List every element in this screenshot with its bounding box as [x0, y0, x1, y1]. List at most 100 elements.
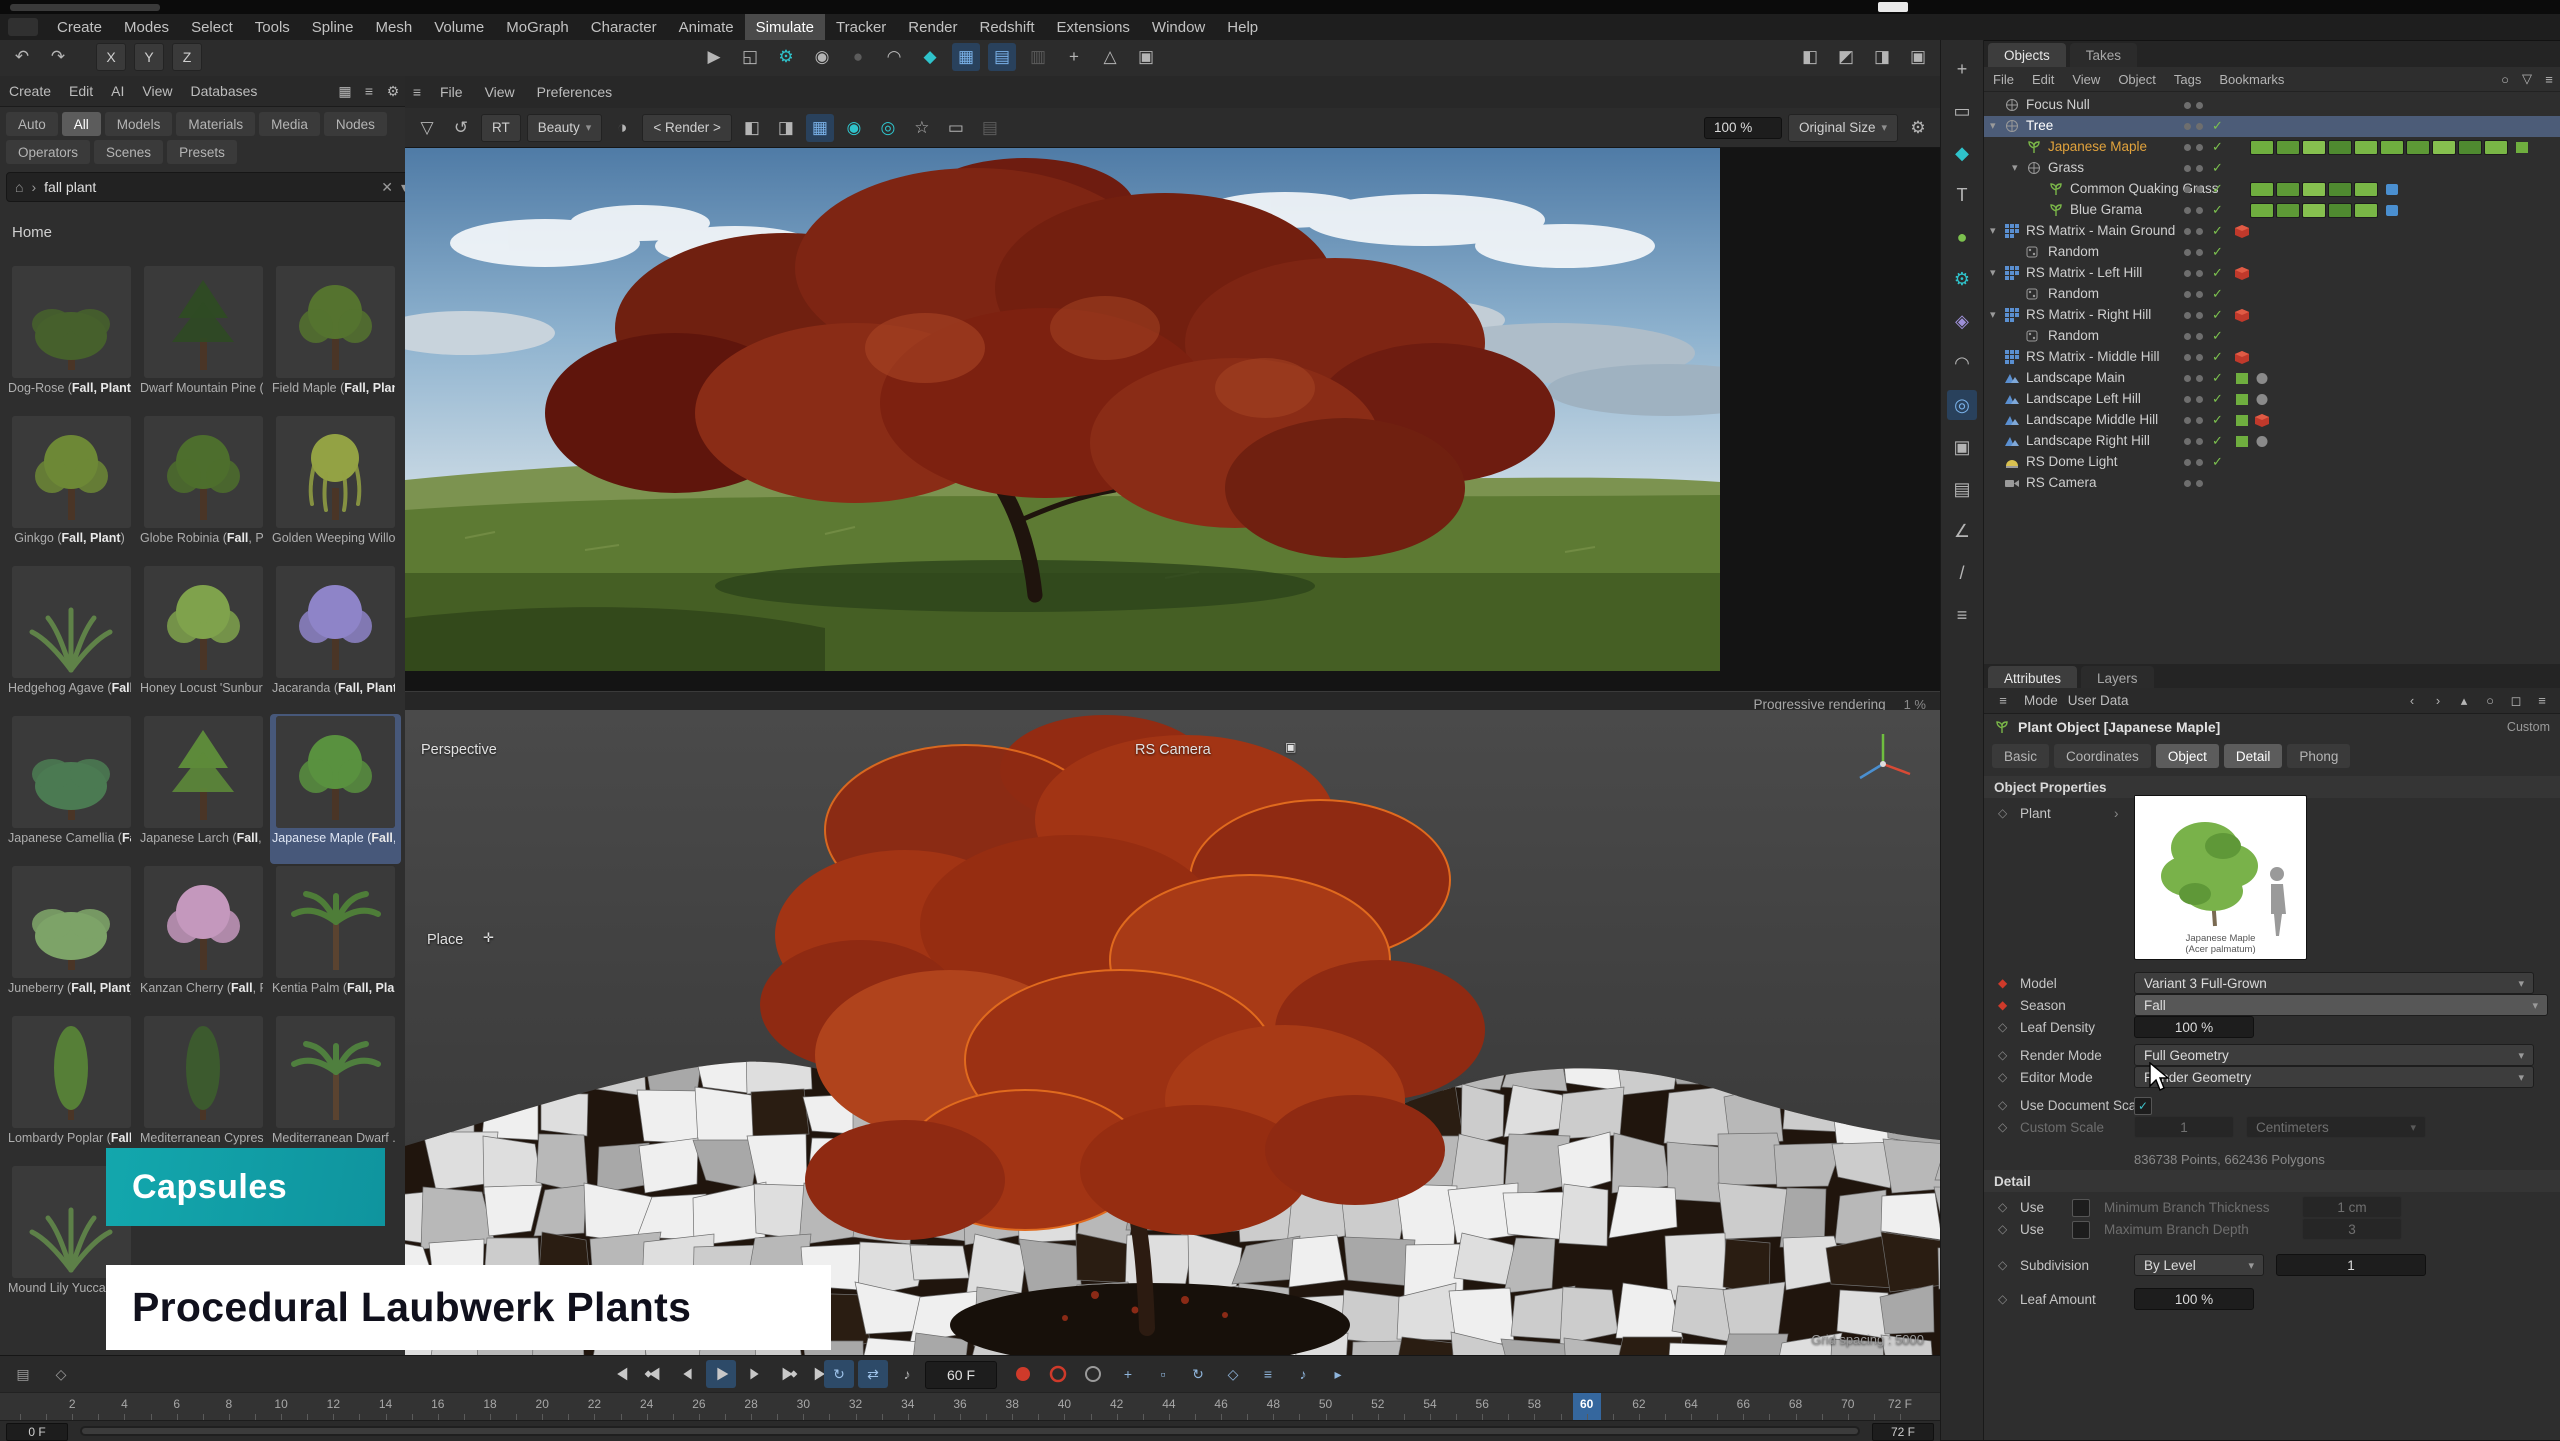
filter-scenes[interactable]: Scenes	[94, 140, 163, 164]
asset-item[interactable]: Field Maple (Fall, Plant)	[270, 264, 401, 414]
visibility-dot-render[interactable]	[2196, 144, 2203, 151]
expand-arrow-icon[interactable]: ▾	[2012, 161, 2018, 174]
enabled-check-icon[interactable]: ✓	[2212, 118, 2223, 134]
next-key-button[interactable]	[774, 1360, 804, 1388]
previous-key-button[interactable]	[638, 1360, 668, 1388]
viewport-view-label[interactable]: Perspective	[421, 742, 497, 758]
plant-expand-icon[interactable]: ›	[2114, 806, 2119, 821]
object-row[interactable]: RS Matrix - Middle Hill✓	[1984, 347, 2560, 368]
filter-auto[interactable]: Auto	[6, 112, 58, 136]
ping-pong-icon[interactable]: ⇄	[858, 1360, 888, 1388]
loop-icon[interactable]: ↻	[824, 1360, 854, 1388]
visibility-dot-render[interactable]	[2196, 102, 2203, 109]
menu-window[interactable]: Window	[1141, 14, 1216, 40]
filter-operators[interactable]: Operators	[6, 140, 90, 164]
compare-b-icon[interactable]: ◨	[772, 114, 800, 142]
enabled-check-icon[interactable]: ✓	[2212, 181, 2223, 197]
use-document-scale-checkbox[interactable]: ✓	[2134, 1097, 2152, 1115]
menu-icon[interactable]: ≡	[2538, 68, 2560, 90]
asset-item[interactable]: Lombardy Poplar (Fall...	[6, 1014, 137, 1164]
clear-search-icon[interactable]: ✕	[381, 179, 393, 196]
custom-label[interactable]: Custom	[2507, 720, 2550, 734]
material-swatch[interactable]	[2250, 203, 2274, 218]
enabled-check-icon[interactable]: ✓	[2212, 433, 2223, 449]
menu-simulate[interactable]: Simulate	[745, 14, 825, 40]
asset-item[interactable]: Golden Weeping Willo...	[270, 414, 401, 564]
enabled-check-icon[interactable]: ✓	[2212, 223, 2223, 239]
season-dropdown[interactable]: Fall▾	[2134, 994, 2548, 1016]
key-diamond-icon[interactable]: ◇	[1998, 1020, 2007, 1034]
measure-tool-icon[interactable]: ∠	[1947, 516, 1977, 546]
camera-icon[interactable]: ▣	[1285, 740, 1296, 754]
attr-tab-detail[interactable]: Detail	[2224, 744, 2283, 768]
layout-full-icon[interactable]: ▣	[1904, 43, 1932, 71]
snapshot-add-icon[interactable]: ◎	[874, 114, 902, 142]
layout-top-icon[interactable]: ◩	[1832, 43, 1860, 71]
object-row[interactable]: Landscape Middle Hill✓	[1984, 410, 2560, 431]
coordinates-icon[interactable]: △	[1096, 43, 1124, 71]
visibility-dot-render[interactable]	[2196, 123, 2203, 130]
render-settings-icon[interactable]: ⚙	[772, 43, 800, 71]
material-swatch[interactable]	[2484, 140, 2508, 155]
pla-key-toggle[interactable]: ≡	[1253, 1360, 1283, 1388]
range-start-field[interactable]: 0 F	[6, 1423, 68, 1441]
render-size-dropdown[interactable]: Original Size▾	[1788, 114, 1898, 142]
object-row[interactable]: ▾Tree✓	[1984, 116, 2560, 137]
layers-icon[interactable]: ▤	[976, 114, 1004, 142]
enabled-check-icon[interactable]: ✓	[2212, 286, 2223, 302]
parameter-key-toggle[interactable]: ◇	[1218, 1360, 1248, 1388]
move-tool-icon[interactable]: +	[1947, 54, 1977, 84]
render-view-icon[interactable]: ▶	[700, 43, 728, 71]
render-menu-file[interactable]: File	[429, 84, 474, 100]
enabled-check-icon[interactable]: ✓	[2212, 454, 2223, 470]
search-icon[interactable]: ○	[2494, 68, 2516, 90]
material-swatch[interactable]	[2328, 140, 2352, 155]
key-diamond-icon[interactable]: ◇	[1998, 1120, 2007, 1134]
visibility-dot-render[interactable]	[2196, 312, 2203, 319]
rt-button[interactable]: RT	[481, 114, 521, 142]
place-tool-icon[interactable]: ✛	[483, 930, 494, 946]
material-swatch[interactable]	[2458, 140, 2482, 155]
objects-menu-view[interactable]: View	[2063, 72, 2109, 87]
viewport-camera-label[interactable]: RS Camera	[1135, 742, 1211, 758]
redshift-tag-icon[interactable]	[2254, 413, 2270, 428]
material-swatch[interactable]	[2302, 203, 2326, 218]
object-row[interactable]: Landscape Left Hill✓	[1984, 389, 2560, 410]
search-input[interactable]: fall plant	[44, 179, 96, 195]
object-row[interactable]: Random✓	[1984, 284, 2560, 305]
material-swatch[interactable]	[2380, 140, 2404, 155]
material-swatch[interactable]	[2302, 182, 2326, 197]
lock-icon[interactable]: ◻	[2506, 691, 2526, 711]
expand-arrow-icon[interactable]: ▾	[1990, 119, 1996, 132]
visibility-dot-render[interactable]	[2196, 207, 2203, 214]
material-swatch[interactable]	[2406, 140, 2430, 155]
axis-lock-icon[interactable]: +	[1060, 43, 1088, 71]
magnet-icon[interactable]: ◠	[880, 43, 908, 71]
menu-volume[interactable]: Volume	[423, 14, 495, 40]
render-menu-view[interactable]: View	[474, 84, 526, 100]
menu-spline[interactable]: Spline	[301, 14, 365, 40]
key-diamond-icon[interactable]: ◇	[1998, 1048, 2007, 1062]
key-diamond-icon[interactable]: ◇	[1998, 1098, 2007, 1112]
snapshot-icon[interactable]: ◉	[840, 114, 868, 142]
history-icon[interactable]: ↺	[447, 114, 475, 142]
menu-icon[interactable]: ≡	[1992, 690, 2014, 712]
visibility-dot-editor[interactable]	[2184, 144, 2191, 151]
visibility-dot-editor[interactable]	[2184, 459, 2191, 466]
model-dropdown[interactable]: Variant 3 Full-Grown▾	[2134, 972, 2534, 994]
visibility-dot-editor[interactable]	[2184, 123, 2191, 130]
visibility-dot-editor[interactable]	[2184, 396, 2191, 403]
filter-models[interactable]: Models	[105, 112, 173, 136]
axis-x-button[interactable]: X	[96, 43, 126, 71]
menu-icon[interactable]: ≡	[2532, 691, 2552, 711]
max-branch-checkbox[interactable]	[2072, 1221, 2090, 1239]
back-icon[interactable]: ‹	[2402, 691, 2422, 711]
filter-presets[interactable]: Presets	[167, 140, 237, 164]
material-swatch[interactable]	[2276, 140, 2300, 155]
menu-redshift[interactable]: Redshift	[969, 14, 1046, 40]
record-button[interactable]	[1008, 1360, 1038, 1388]
instance-tag-icon[interactable]	[2384, 182, 2400, 197]
magnet-tool-icon[interactable]: ◠	[1947, 348, 1977, 378]
object-row[interactable]: Landscape Main✓	[1984, 368, 2560, 389]
tab-objects[interactable]: Objects	[1988, 43, 2066, 67]
